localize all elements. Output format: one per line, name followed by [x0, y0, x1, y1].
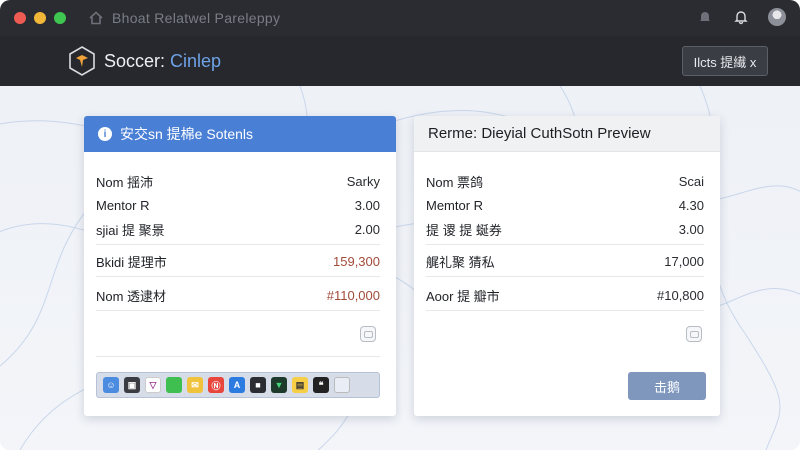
- app-header: Soccer: Cinlep Ilcts 提繊 x: [0, 36, 800, 86]
- row-value: Scai: [678, 174, 704, 189]
- title-bar-actions: [696, 8, 786, 26]
- row-value: 3.00: [678, 222, 704, 237]
- divider: [426, 310, 704, 311]
- row-value: 4.30: [678, 198, 704, 213]
- mail-icon[interactable]: ✉: [187, 377, 203, 393]
- user-avatar[interactable]: [768, 8, 786, 26]
- row-value: Sarky: [346, 174, 380, 189]
- divider: [96, 310, 380, 311]
- list-item: Aoor 提 瓣市 #10,800: [426, 286, 704, 305]
- header-action-button[interactable]: Ilcts 提繊 x: [682, 46, 768, 76]
- messages-icon[interactable]: [166, 377, 182, 393]
- bell-icon[interactable]: [696, 8, 714, 26]
- list-item: Nom 票鸽 Scai: [426, 172, 704, 191]
- maximize-window-button[interactable]: [54, 12, 66, 24]
- primary-action-button[interactable]: 击鹅: [628, 372, 706, 400]
- terminal-icon[interactable]: ▣: [124, 377, 140, 393]
- divider: [96, 276, 380, 277]
- news-icon[interactable]: Ⓝ: [208, 377, 224, 393]
- list-item: Memtor R 4.30: [426, 198, 704, 213]
- close-window-button[interactable]: [14, 12, 26, 24]
- divider: [426, 276, 704, 277]
- row-value: #110,000: [326, 288, 380, 303]
- vector-icon[interactable]: ▽: [145, 377, 161, 393]
- settings-card-header: i 安交sn 提棉e Sotenls: [84, 116, 396, 152]
- list-item: 提 谡 提 蜒券 3.00: [426, 220, 704, 239]
- row-label: Nom 揺沛: [96, 175, 154, 190]
- preview-icon[interactable]: [334, 377, 350, 393]
- finder-icon[interactable]: ☺: [103, 377, 119, 393]
- divider: [96, 356, 380, 357]
- main-content: i 安交sn 提棉e Sotenls Nom 揺沛 Sarky Mentor R…: [0, 86, 800, 450]
- window-controls: [14, 12, 66, 24]
- app-title-prefix: Soccer:: [104, 50, 171, 71]
- preview-card-title: Rerme: Dieyial CuthSotn Preview: [428, 125, 651, 142]
- notes-icon[interactable]: ▤: [292, 377, 308, 393]
- app-icon[interactable]: ■: [250, 377, 266, 393]
- list-item: Bkidi 提理市 159,300: [96, 252, 380, 271]
- row-value: 3.00: [354, 198, 380, 213]
- app-logo-icon: [69, 46, 95, 76]
- row-label: Aoor 提 瓣市: [426, 289, 500, 304]
- app-title-accent: Cinlep: [170, 50, 222, 71]
- row-label: 艉礼聚 猜私: [426, 255, 495, 270]
- notification-icon[interactable]: [732, 8, 750, 26]
- row-label: sjiai 提 聚景: [96, 223, 165, 238]
- console-icon[interactable]: ▼: [271, 377, 287, 393]
- minimize-window-button[interactable]: [34, 12, 46, 24]
- home-icon[interactable]: [88, 10, 104, 26]
- title-bar: Bhoat Relatwel Pareleppy: [0, 0, 800, 36]
- row-label: Nom 透逮材: [96, 289, 167, 304]
- row-value: 2.00: [354, 222, 380, 237]
- quote-icon[interactable]: ❝: [313, 377, 329, 393]
- row-value: 17,000: [664, 254, 704, 269]
- divider: [426, 244, 704, 245]
- preview-card: Rerme: Dieyial CuthSotn Preview Nom 票鸽 S…: [414, 116, 720, 416]
- preview-card-header: Rerme: Dieyial CuthSotn Preview: [414, 116, 720, 152]
- row-label: Mentor R: [96, 198, 150, 213]
- window-title: Bhoat Relatwel Pareleppy: [112, 10, 281, 26]
- row-value: 159,300: [333, 254, 380, 269]
- list-item: 艉礼聚 猜私 17,000: [426, 252, 704, 271]
- image-icon[interactable]: [686, 326, 702, 342]
- list-item: Nom 揺沛 Sarky: [96, 172, 380, 191]
- list-item: Mentor R 3.00: [96, 198, 380, 213]
- row-label: Bkidi 提理市: [96, 255, 167, 270]
- row-label: Nom 票鸽: [426, 175, 484, 190]
- list-item: Nom 透逮材 #110,000: [96, 286, 380, 305]
- divider: [96, 244, 380, 245]
- settings-card-title: 安交sn 提棉e Sotenls: [120, 126, 254, 142]
- settings-card: i 安交sn 提棉e Sotenls Nom 揺沛 Sarky Mentor R…: [84, 116, 396, 416]
- list-item: sjiai 提 聚景 2.00: [96, 220, 380, 239]
- info-icon: i: [98, 127, 112, 141]
- app-window: Bhoat Relatwel Pareleppy Soccer: Cinlep …: [0, 0, 800, 450]
- app-title: Soccer: Cinlep: [104, 51, 221, 72]
- row-label: Memtor R: [426, 198, 484, 213]
- row-value: #10,800: [657, 288, 704, 303]
- row-label: 提 谡 提 蜒券: [426, 223, 502, 238]
- image-icon[interactable]: [360, 326, 376, 342]
- appstore-icon[interactable]: A: [229, 377, 245, 393]
- dock: ☺ ▣ ▽ ✉ Ⓝ A ■ ▼ ▤ ❝: [96, 372, 380, 398]
